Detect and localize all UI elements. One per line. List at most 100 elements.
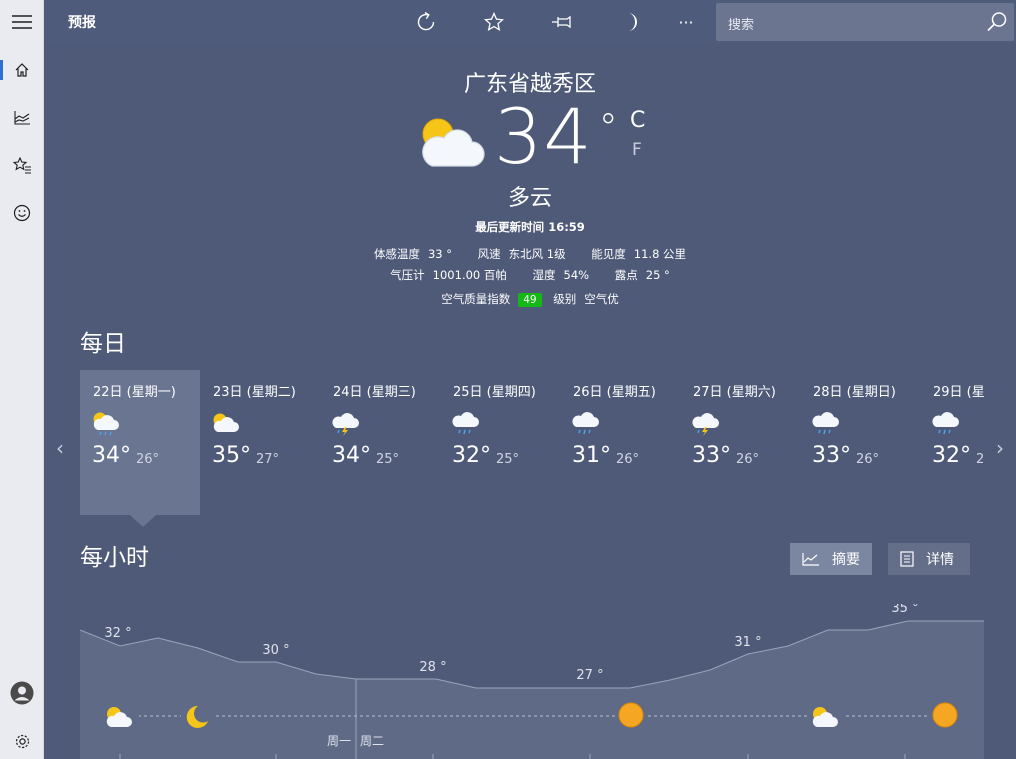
nav-home[interactable] bbox=[0, 48, 44, 92]
nav-rail bbox=[0, 0, 44, 759]
details-toggle[interactable]: 详情 bbox=[888, 543, 970, 575]
menu-icon[interactable] bbox=[0, 0, 44, 44]
day-high: 31° bbox=[572, 443, 611, 468]
moon-icon bbox=[181, 701, 213, 731]
pressure-value: 1001.00 百帕 bbox=[432, 268, 507, 282]
search-icon[interactable] bbox=[986, 11, 1008, 33]
level-value: 空气优 bbox=[584, 292, 619, 306]
rain-icon bbox=[572, 412, 599, 435]
account-avatar[interactable] bbox=[0, 671, 44, 715]
pin-icon bbox=[552, 15, 571, 29]
search-input[interactable]: 搜索 bbox=[728, 14, 754, 33]
hourly-chart: 32 ° 30 ° 28 ° 27 ° 31 ° 35 ° 周一 周二 bbox=[80, 604, 984, 759]
visibility-label: 能见度 bbox=[591, 247, 626, 261]
dark-mode-button[interactable] bbox=[618, 10, 642, 34]
day-label: 25日 (星期四) bbox=[453, 385, 536, 400]
nav-trends[interactable] bbox=[0, 95, 44, 139]
day-label: 22日 (星期一) bbox=[93, 385, 176, 400]
humidity-label: 湿度 bbox=[532, 268, 556, 282]
selected-day-pointer bbox=[130, 515, 156, 527]
day-high: 35° bbox=[212, 443, 251, 468]
day-low: 26° bbox=[856, 452, 880, 467]
current-temp: 34 ° bbox=[494, 92, 619, 181]
app-title: 预报 bbox=[68, 15, 96, 31]
day-label: 26日 (星期五) bbox=[573, 385, 656, 400]
feels-like-value: 33 ° bbox=[427, 247, 452, 261]
details-row-1: 体感温度 33 ° 风速 东北风 1级 能见度 11.8 公里 bbox=[44, 246, 1016, 262]
day-label: 28日 (星期日) bbox=[813, 385, 896, 400]
nav-favorites[interactable] bbox=[0, 143, 44, 187]
hourly-temp: 32 ° bbox=[104, 626, 131, 641]
wind-value: 东北风 1级 bbox=[508, 247, 566, 261]
day-high: 34° bbox=[92, 443, 131, 468]
day-card[interactable]: 26日 (星期五) 31° 26° bbox=[560, 370, 680, 515]
summary-toggle[interactable]: 摘要 bbox=[790, 543, 872, 575]
daily-strip: 22日 (星期一) 34° 26° 23日 (星期二) 35° 27° 24日 … bbox=[80, 370, 984, 515]
hourly-temp: 30 ° bbox=[262, 643, 289, 658]
day-card[interactable]: 22日 (星期一) 34° 26° bbox=[80, 370, 200, 515]
hourly-temp: 31 ° bbox=[734, 635, 761, 650]
rain-icon bbox=[932, 412, 959, 435]
wind-label: 风速 bbox=[477, 247, 501, 261]
details-label: 详情 bbox=[926, 552, 954, 568]
nav-settings[interactable] bbox=[0, 719, 44, 759]
smiley-icon bbox=[13, 204, 31, 222]
day-label: 29日 (星期 bbox=[933, 385, 984, 400]
partly-cloudy-icon bbox=[213, 413, 239, 432]
condition-text: 多云 bbox=[507, 186, 552, 211]
star-list-icon bbox=[13, 156, 31, 174]
day-label: 23日 (星期二) bbox=[213, 385, 296, 400]
day-marker: 周二 bbox=[360, 734, 384, 748]
day-card[interactable]: 28日 (星期日) 33° 26° bbox=[800, 370, 920, 515]
day-card[interactable]: 27日 (星期六) 33° 26° bbox=[680, 370, 800, 515]
day-label: 24日 (星期三) bbox=[333, 385, 416, 400]
partly-cloudy-rain-icon bbox=[93, 412, 119, 436]
details-row-2: 气压计 1001.00 百帕 湿度 54% 露点 25 ° bbox=[44, 267, 1016, 283]
more-icon: ··· bbox=[678, 12, 694, 32]
hourly-temp: 28 ° bbox=[419, 660, 446, 675]
sun-icon bbox=[615, 699, 647, 731]
day-card[interactable]: 29日 (星期 32° 2 bbox=[920, 370, 984, 515]
details-row-3: 空气质量指数 49 级别 空气优 bbox=[44, 291, 1016, 307]
summary-label: 摘要 bbox=[832, 552, 860, 568]
rain-icon bbox=[812, 412, 839, 435]
day-low: 25° bbox=[496, 452, 520, 467]
day-high: 34° bbox=[332, 443, 371, 468]
day-card[interactable]: 23日 (星期二) 35° 27° bbox=[200, 370, 320, 515]
thunderstorm-icon bbox=[332, 413, 359, 436]
hourly-heading: 每小时 bbox=[80, 545, 149, 571]
day-card[interactable]: 24日 (星期三) 34° 25° bbox=[320, 370, 440, 515]
next-arrow-icon[interactable]: › bbox=[996, 436, 1004, 460]
partly-cloudy-icon bbox=[807, 701, 845, 731]
more-button[interactable]: ··· bbox=[674, 10, 698, 34]
thunderstorm-icon bbox=[692, 413, 719, 436]
unit-celsius[interactable]: C bbox=[630, 108, 645, 133]
chart-icon bbox=[13, 110, 30, 125]
day-low: 26° bbox=[616, 452, 640, 467]
day-low: 25° bbox=[376, 452, 400, 467]
day-label: 27日 (星期六) bbox=[693, 385, 776, 400]
day-high: 33° bbox=[692, 443, 731, 468]
unit-fahrenheit[interactable]: F bbox=[632, 140, 642, 160]
rain-icon bbox=[452, 412, 479, 435]
updated-time: 最后更新时间 16:59 bbox=[475, 220, 585, 234]
partly-cloudy-icon bbox=[422, 118, 485, 167]
visibility-value: 11.8 公里 bbox=[633, 247, 687, 261]
level-label: 级别 bbox=[553, 292, 577, 306]
document-icon bbox=[900, 551, 914, 567]
gear-icon bbox=[15, 734, 29, 748]
day-card[interactable]: 25日 (星期四) 32° 25° bbox=[440, 370, 560, 515]
pin-button[interactable] bbox=[550, 10, 574, 34]
search-box[interactable]: 搜索 bbox=[716, 3, 1014, 41]
daily-heading: 每日 bbox=[80, 331, 126, 357]
avatar-icon bbox=[10, 681, 34, 705]
day-high: 32° bbox=[452, 443, 491, 468]
aqi-label: 空气质量指数 bbox=[441, 292, 511, 306]
favorite-button[interactable] bbox=[482, 10, 506, 34]
top-bar: 预报 ··· 搜索 bbox=[44, 0, 1016, 44]
prev-arrow-icon[interactable]: ‹ bbox=[56, 436, 64, 460]
refresh-button[interactable] bbox=[414, 10, 438, 34]
nav-feedback[interactable] bbox=[0, 191, 44, 235]
day-high: 33° bbox=[812, 443, 851, 468]
forecast-panel: 广东省越秀区 34 ° C F 多云 最后更新时间 16:59 体感温度 33 ° … bbox=[44, 44, 1016, 759]
